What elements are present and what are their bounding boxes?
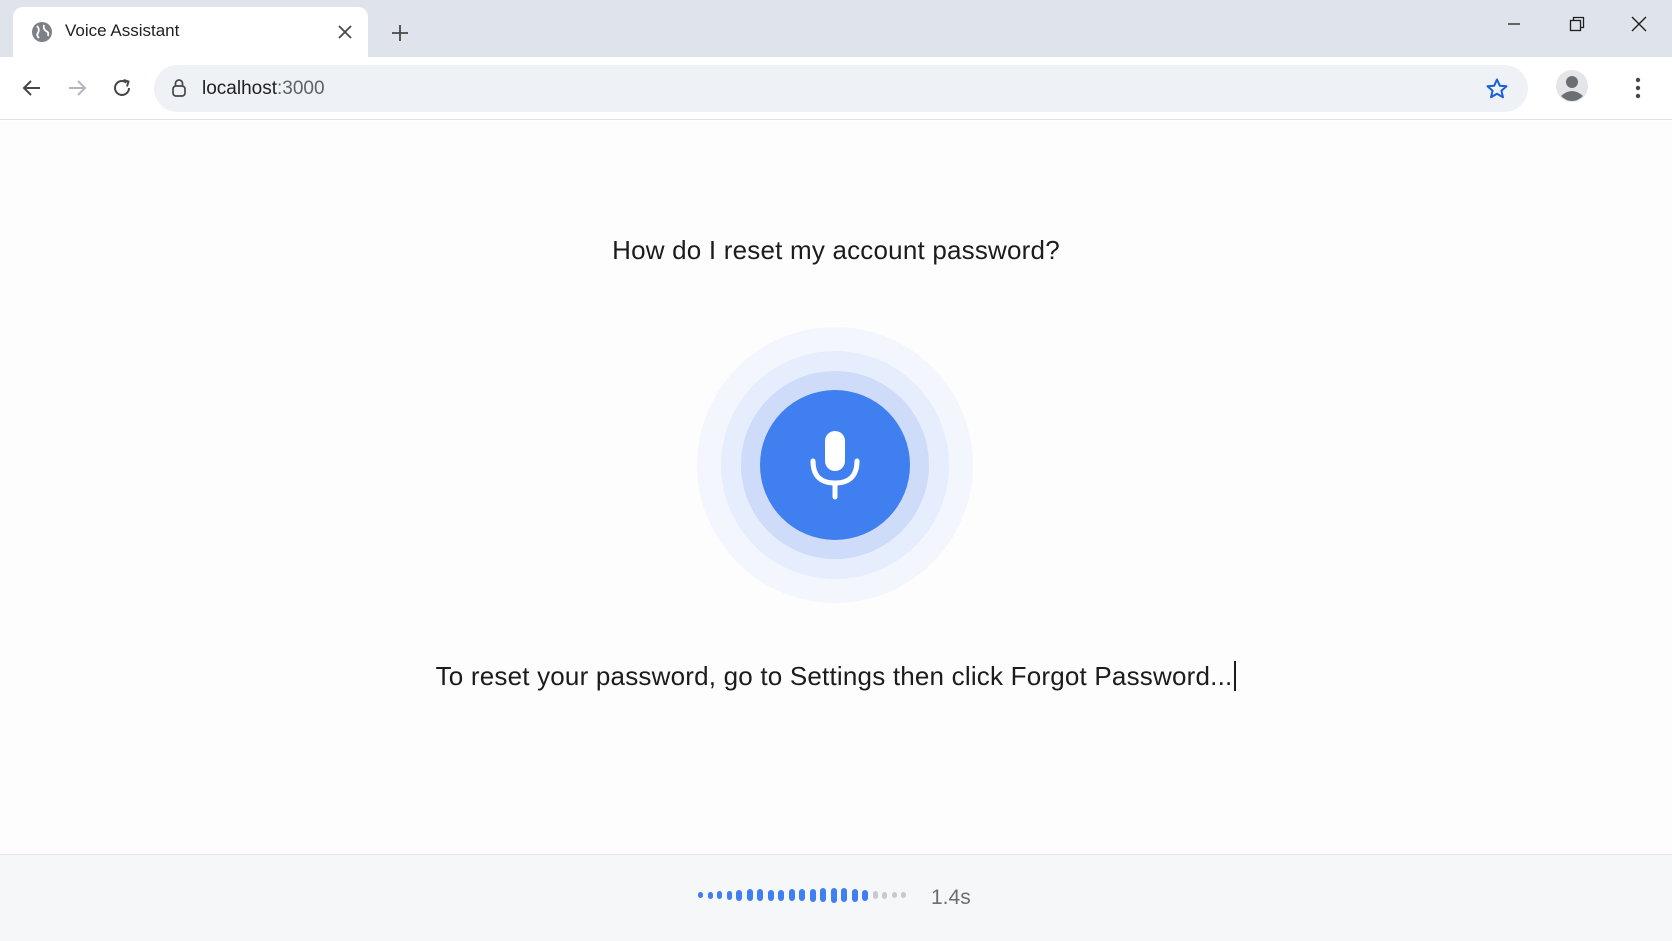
minimize-button[interactable] <box>1492 8 1536 40</box>
profile-button[interactable] <box>1554 68 1590 104</box>
mic-button[interactable] <box>760 390 910 540</box>
wave-segment <box>707 891 713 899</box>
url-text[interactable]: localhost:3000 <box>202 78 325 100</box>
user-question: How do I reset my account password? <box>612 235 1060 265</box>
tab-voice-assistant[interactable]: Voice Assistant <box>13 7 368 57</box>
wave-segment <box>882 891 887 899</box>
text-caret <box>1234 661 1237 691</box>
forward-button[interactable] <box>60 71 94 105</box>
globe-icon <box>30 20 54 44</box>
restore-button[interactable] <box>1555 8 1599 40</box>
wave-segment <box>851 888 858 902</box>
close-icon <box>1631 16 1647 32</box>
playback-bar: 1.4s <box>0 854 1672 941</box>
assistant-response: To reset your password, go to Settings t… <box>0 661 1672 692</box>
wave-segment <box>841 888 847 902</box>
url-host: localhost <box>202 78 277 99</box>
elapsed-time: 1.4s <box>931 886 971 909</box>
wave-segment <box>778 889 784 901</box>
wave-segment <box>809 888 816 902</box>
wave-segment <box>717 891 722 899</box>
wave-segment <box>901 892 906 898</box>
wave-segment <box>698 892 703 898</box>
microphone-icon <box>810 431 860 500</box>
browser-toolbar: localhost:3000 <box>0 57 1672 120</box>
voice-assistant-page: How do I reset my account password? To r… <box>0 121 1672 854</box>
reload-icon <box>114 79 130 96</box>
kebab-menu-icon <box>1635 77 1641 99</box>
window-close-button[interactable] <box>1617 8 1661 40</box>
back-button[interactable] <box>15 71 49 105</box>
wave-segment <box>726 890 732 900</box>
url-port: :3000 <box>277 78 325 99</box>
wave-segment <box>872 891 878 899</box>
plus-icon <box>392 25 408 41</box>
mic-visualizer <box>697 327 973 603</box>
wave-segment <box>767 889 774 901</box>
wave-segment <box>862 889 868 901</box>
arrow-right-icon <box>69 80 87 96</box>
star-icon[interactable] <box>1484 76 1510 102</box>
wave-segment <box>799 889 805 901</box>
wave-segment <box>757 889 763 901</box>
wave-segment <box>891 892 897 898</box>
response-text: To reset your password, go to Settings t… <box>435 661 1233 691</box>
restore-icon <box>1569 16 1585 32</box>
new-tab-button[interactable] <box>386 19 414 47</box>
browser-window: Voice Assistant localhost:3000 How do I … <box>0 0 1672 941</box>
tab-strip: Voice Assistant <box>0 0 1672 57</box>
arrow-left-icon <box>22 80 40 96</box>
wave-segment <box>830 887 837 903</box>
close-icon[interactable] <box>335 22 355 42</box>
minimize-icon <box>1508 23 1520 25</box>
wave-segment <box>820 888 826 902</box>
reload-button[interactable] <box>105 71 139 105</box>
wave-segment <box>746 889 753 901</box>
audio-progress-wave <box>698 885 910 905</box>
avatar-icon <box>1556 70 1588 102</box>
lock-icon[interactable] <box>168 77 190 99</box>
browser-menu-button[interactable] <box>1623 71 1653 105</box>
wave-segment <box>788 889 795 901</box>
wave-segment <box>736 889 742 901</box>
address-bar[interactable]: localhost:3000 <box>154 65 1528 112</box>
tab-title: Voice Assistant <box>65 21 180 40</box>
